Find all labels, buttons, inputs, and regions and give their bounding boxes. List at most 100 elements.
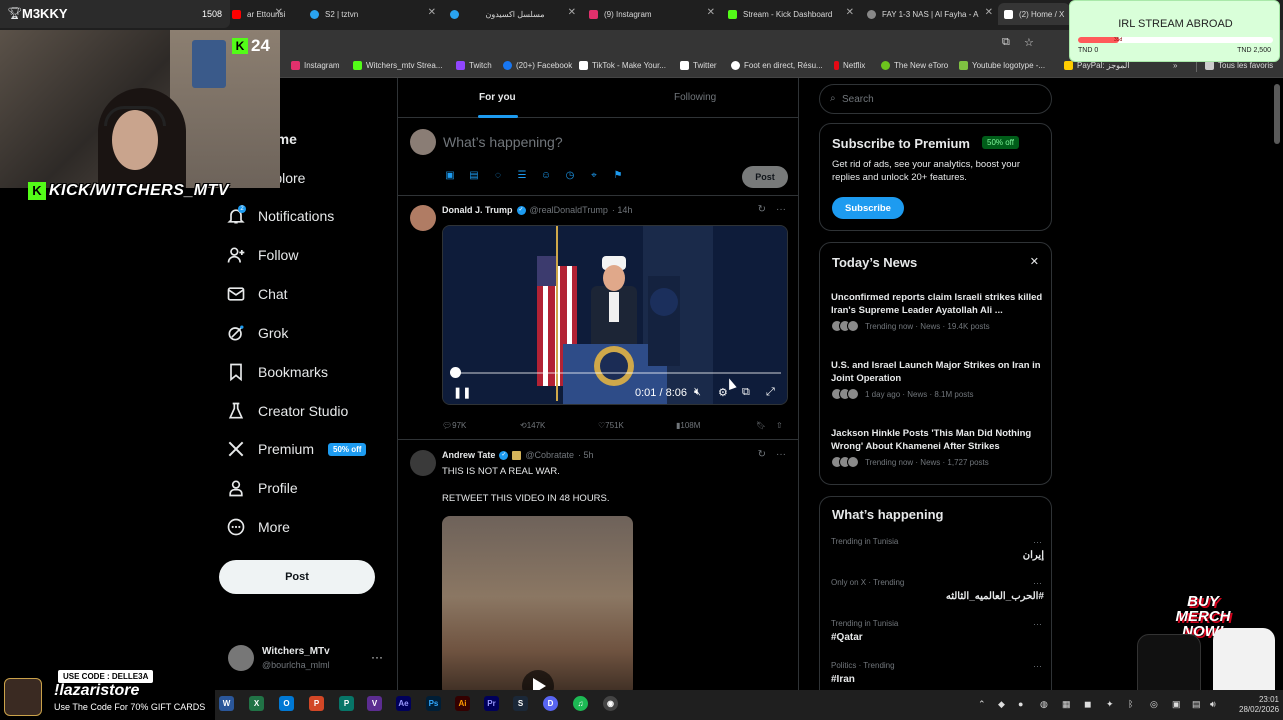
illustrator-icon[interactable]: Ai (455, 696, 470, 711)
views-button[interactable]: ▮ 108M (676, 421, 700, 430)
bookmark-item[interactable]: Netflix (834, 61, 865, 70)
poll-icon[interactable]: ☰ (516, 170, 528, 182)
close-icon[interactable]: ✕ (985, 7, 993, 18)
news-item[interactable]: U.S. and Israel Launch Major Strikes on … (831, 359, 1046, 400)
fullscreen-icon[interactable]: ⤢ (766, 386, 775, 399)
bookmark-item[interactable]: PayPal: الموجز (1064, 61, 1130, 70)
close-icon[interactable]: ✕ (568, 7, 576, 18)
tray-app-icon[interactable]: ▦ (1062, 699, 1071, 710)
outlook-icon[interactable]: O (279, 696, 294, 711)
repost-button[interactable]: ⟲ 147K (520, 421, 545, 430)
browser-tab[interactable]: Stream - Kick Dashboard ✕ (722, 3, 858, 25)
bookmark-icon[interactable]: 🔖︎ (756, 421, 766, 430)
subscribe-button[interactable]: Subscribe (832, 197, 904, 219)
nav-grok[interactable]: Grok (226, 321, 288, 345)
account-switcher[interactable]: Witchers_MTv @bourlcha_mlml ··· (228, 645, 388, 675)
search-input[interactable]: ⌕ Search (819, 84, 1052, 114)
install-icon[interactable]: ⧉ (1002, 36, 1010, 49)
bookmark-all-favorites[interactable]: Tous les favoris (1205, 61, 1273, 70)
nav-more[interactable]: More (226, 515, 290, 539)
video-player[interactable]: ❚❚ 0:01 / 8:06 🔇︎ ⚙ ⧉ ⤢ (442, 225, 788, 405)
discord-icon[interactable]: D (543, 696, 558, 711)
tab-for-you[interactable]: For you (479, 92, 516, 103)
share-icon[interactable]: ⇧ (776, 421, 783, 430)
pip-icon[interactable]: ⧉ (742, 386, 750, 399)
tweet[interactable]: Donald J. Trump ✓ @realDonaldTrump · 14h… (398, 197, 798, 440)
settings-icon[interactable]: ⚙ (718, 386, 728, 399)
tweet-video-thumbnail[interactable] (442, 516, 633, 690)
bookmark-item[interactable]: Twitch (456, 61, 492, 70)
more-dots-icon[interactable]: ··· (1033, 661, 1042, 671)
bookmark-item[interactable]: Twitter (680, 61, 717, 70)
browser-tab[interactable]: (9) Instagram ✕ (583, 3, 719, 25)
trend-item[interactable]: Only on X · Trending ··· #الحرب_العالميه… (831, 578, 1044, 602)
location-icon[interactable]: ⌖ (588, 170, 600, 182)
bookmarks-overflow-icon[interactable]: » (1173, 61, 1177, 70)
nvidia-icon[interactable]: ◼ (1084, 699, 1091, 710)
tweet-author-handle[interactable]: @realDonaldTrump (530, 205, 608, 215)
word-icon[interactable]: W (219, 696, 234, 711)
nav-notifications[interactable]: 2 Notifications (226, 204, 334, 228)
spotify-icon[interactable]: ♫ (573, 696, 588, 711)
tab-following[interactable]: Following (674, 92, 716, 103)
video-progress-knob[interactable] (450, 367, 461, 378)
grok-icon[interactable]: ◌ (492, 170, 504, 182)
visio-icon[interactable]: V (367, 696, 382, 711)
steam-icon[interactable]: S (513, 696, 528, 711)
pause-icon[interactable]: ❚❚ (453, 386, 471, 399)
close-icon[interactable]: ✕ (846, 7, 854, 18)
nav-creator-studio[interactable]: Creator Studio (226, 399, 348, 423)
browser-tab-active[interactable]: (2) Home / X (998, 3, 1070, 25)
publisher-icon[interactable]: P (339, 696, 354, 711)
composer-post-button[interactable]: Post (742, 166, 788, 188)
mute-icon[interactable]: 🔇︎ (694, 386, 701, 399)
trend-item[interactable]: Trending in Tunisia ··· #Qatar (831, 619, 1044, 643)
close-icon[interactable]: ✕ (707, 7, 715, 18)
taskbar-clock[interactable]: 23:01 28/02/2026 (1239, 695, 1279, 715)
bookmark-item[interactable]: Instagram (291, 61, 340, 70)
reply-button[interactable]: 💬︎ 97K (442, 421, 466, 430)
image-icon[interactable]: ▣ (444, 170, 456, 182)
nav-bookmarks[interactable]: Bookmarks (226, 360, 328, 384)
nav-follow[interactable]: Follow (226, 243, 298, 267)
premiere-icon[interactable]: Pr (484, 696, 499, 711)
news-item[interactable]: Jackson Hinkle Posts 'This Man Did Nothi… (831, 427, 1046, 468)
tray-app-icon[interactable]: ✦ (1106, 699, 1114, 710)
like-button[interactable]: ♡ 751K (598, 421, 624, 430)
more-dots-icon[interactable]: ··· (776, 204, 786, 215)
bookmark-item[interactable]: The New eToro (881, 61, 948, 70)
after-effects-icon[interactable]: Ae (396, 696, 411, 711)
tweet-time[interactable]: · 5h (578, 450, 594, 460)
tweet-time[interactable]: · 14h (612, 205, 633, 215)
bookmark-item[interactable]: TikTok - Make Your... (579, 61, 666, 70)
nav-premium[interactable]: Premium 50% off (226, 437, 367, 461)
excel-icon[interactable]: X (249, 696, 264, 711)
browser-tab[interactable]: S2 | tztvn ✕ (304, 3, 440, 25)
bookmark-item[interactable]: Foot en direct, Résu... (731, 61, 823, 70)
news-item[interactable]: Unconfirmed reports claim Israeli strike… (831, 291, 1046, 332)
post-button[interactable]: Post (219, 560, 375, 594)
tray-app-icon[interactable]: ◆ (998, 699, 1005, 710)
grok-icon[interactable]: ↻ (758, 449, 766, 460)
tweet[interactable]: Andrew Tate ✓ @Cobratate · 5h ↻ ··· THIS… (398, 442, 798, 690)
star-icon[interactable]: ☆ (1024, 36, 1034, 49)
gif-icon[interactable]: ▤ (468, 170, 480, 182)
nav-chat[interactable]: Chat (226, 282, 288, 306)
more-dots-icon[interactable]: ··· (1033, 537, 1042, 547)
photoshop-icon[interactable]: Ps (426, 696, 441, 711)
bookmark-item[interactable]: Witchers_mtv Strea... (353, 61, 442, 70)
network-icon[interactable]: ▤ (1192, 699, 1201, 710)
close-icon[interactable]: ✕ (1030, 255, 1039, 268)
close-icon[interactable]: ✕ (428, 7, 436, 18)
flag-icon[interactable]: ⚑ (612, 170, 624, 182)
page-scrollbar[interactable] (1274, 84, 1280, 144)
bluetooth-icon[interactable]: ᛒ (1128, 699, 1133, 709)
tweet-author-name[interactable]: Andrew Tate (442, 450, 495, 460)
schedule-icon[interactable]: ◷ (564, 170, 576, 182)
powerpoint-icon[interactable]: P (309, 696, 324, 711)
browser-tab[interactable]: ar Ettounsi - Y ✕ (226, 3, 287, 25)
more-dots-icon[interactable]: ··· (371, 650, 383, 664)
more-dots-icon[interactable]: ··· (1033, 619, 1042, 629)
browser-tab[interactable]: مسلسل اكسيدون ✕ (444, 3, 580, 25)
bookmark-item[interactable]: (20+) Facebook (503, 61, 572, 70)
